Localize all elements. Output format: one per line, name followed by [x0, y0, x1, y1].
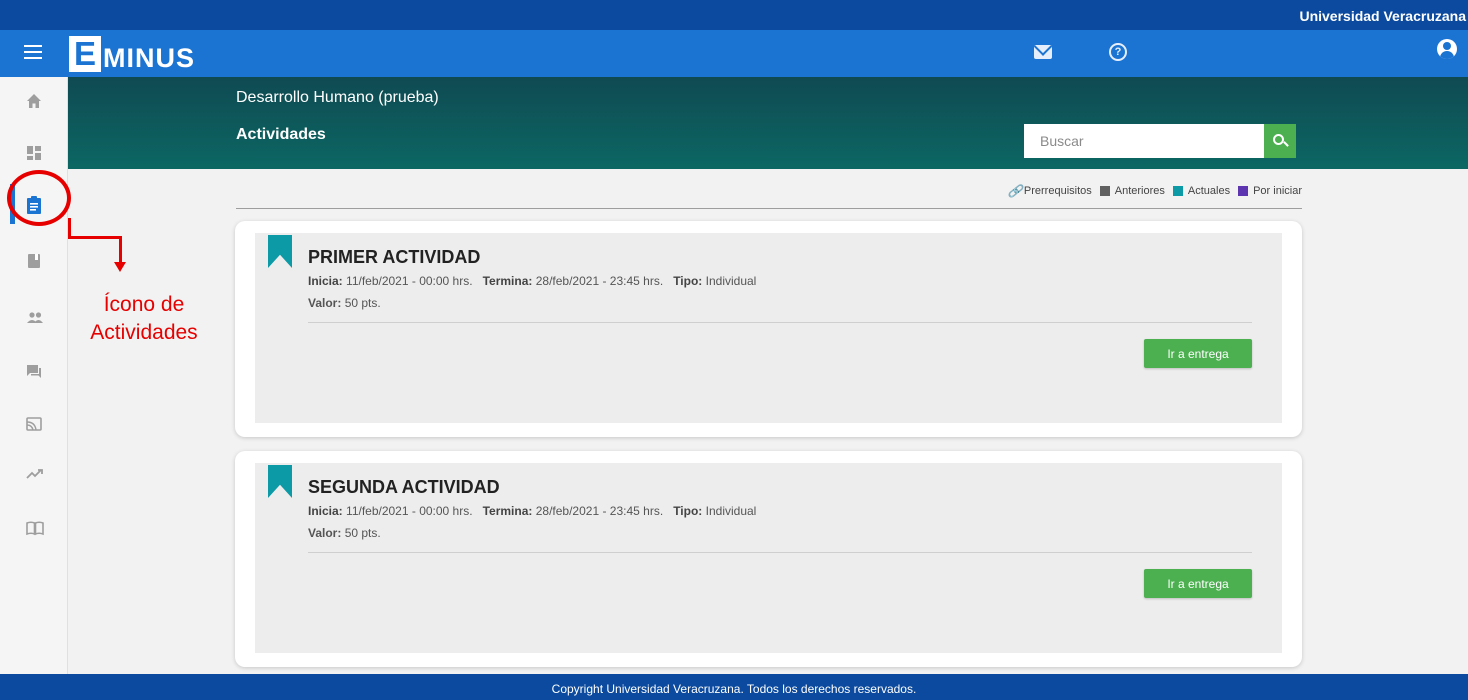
sidebar-item-library[interactable] [0, 508, 68, 548]
forum-icon [27, 365, 41, 378]
annotation-connector [119, 236, 122, 264]
sidebar-item-cast[interactable] [0, 404, 68, 444]
activity-dates: Inicia: 11/feb/2021 - 00:00 hrs. Termina… [308, 274, 757, 288]
activity-type: Individual [705, 274, 757, 288]
footer: Copyright Universidad Veracruzana. Todos… [0, 674, 1468, 700]
bookmark-icon [268, 235, 292, 268]
activity-legend: 🔗 Prerrequisitos Anteriores Actuales Por… [1008, 184, 1302, 198]
legend-prerequisites: Prerrequisitos [1023, 185, 1092, 197]
legend-swatch-previous [1099, 186, 1110, 196]
activity-type: Individual [705, 504, 757, 518]
hamburger-menu-icon[interactable] [24, 45, 42, 59]
logo-text: MINUS [103, 43, 195, 73]
activity-title[interactable]: PRIMER ACTIVIDAD [308, 247, 480, 268]
legend-swatch-current [1172, 186, 1183, 196]
people-icon [27, 312, 43, 323]
activity-dates: Inicia: 11/feb/2021 - 00:00 hrs. Termina… [308, 504, 757, 518]
trending-icon [26, 469, 43, 479]
help-icon[interactable]: ? [1109, 43, 1127, 61]
sidebar-item-progress[interactable] [0, 456, 68, 496]
activity-card-body: PRIMER ACTIVIDAD Inicia: 11/feb/2021 - 0… [255, 233, 1282, 423]
activity-card: SEGUNDA ACTIVIDAD Inicia: 11/feb/2021 - … [235, 451, 1302, 667]
activity-divider [308, 552, 1252, 553]
activity-title[interactable]: SEGUNDA ACTIVIDAD [308, 477, 500, 498]
legend-current: Actuales [1187, 185, 1231, 197]
activity-card-body: SEGUNDA ACTIVIDAD Inicia: 11/feb/2021 - … [255, 463, 1282, 653]
cast-icon [26, 417, 42, 431]
search-button[interactable] [1264, 124, 1296, 158]
activity-divider [308, 322, 1252, 323]
activity-card: PRIMER ACTIVIDAD Inicia: 11/feb/2021 - 0… [235, 221, 1302, 437]
sidebar [0, 77, 68, 674]
course-name: Desarrollo Humano (prueba) [236, 89, 439, 106]
go-to-submission-button[interactable]: Ir a entrega [1144, 339, 1252, 368]
sidebar-item-dashboard[interactable] [0, 133, 68, 173]
app-header: E MINUS ? [0, 30, 1468, 77]
annotation-label: Ícono de Actividades [90, 293, 198, 344]
sidebar-item-participants[interactable] [0, 297, 68, 337]
annotation-arrow [114, 262, 126, 272]
search-input[interactable] [1024, 124, 1264, 158]
legend-swatch-upcoming [1238, 186, 1249, 196]
mail-icon[interactable] [1034, 45, 1052, 59]
eminus-logo[interactable]: E MINUS [69, 36, 195, 72]
annotation-connector [68, 236, 122, 239]
activity-value: Valor: 50 pts. [308, 296, 381, 310]
user-account-icon[interactable] [1437, 39, 1457, 59]
legend-previous: Anteriores [1114, 185, 1165, 197]
activity-end: 28/feb/2021 - 23:45 hrs. [535, 504, 664, 518]
annotation-circle [7, 170, 71, 226]
legend-upcoming: Por iniciar [1253, 185, 1302, 197]
activity-value: Valor: 50 pts. [308, 526, 381, 540]
sidebar-item-home[interactable] [0, 81, 68, 121]
home-icon [27, 94, 41, 108]
activity-start: 11/feb/2021 - 00:00 hrs. [346, 274, 473, 288]
link-icon: 🔗 [1007, 184, 1023, 198]
book-icon [28, 254, 40, 268]
sidebar-item-contents[interactable] [0, 241, 68, 281]
course-header: Desarrollo Humano (prueba) Actividades [68, 77, 1468, 169]
annotation-connector [68, 218, 71, 238]
institution-name[interactable]: Universidad Veracruzana [1299, 8, 1466, 24]
search-icon [1273, 134, 1284, 145]
institution-bar: Universidad Veracruzana [0, 0, 1468, 30]
sidebar-item-forums[interactable] [0, 351, 68, 391]
bookmark-icon [268, 465, 292, 498]
legend-divider [236, 208, 1302, 209]
activity-end: 28/feb/2021 - 23:45 hrs. [535, 274, 664, 288]
activity-start: 11/feb/2021 - 00:00 hrs. [346, 504, 473, 518]
page-title: Actividades [236, 126, 326, 143]
logo-letter: E [69, 36, 101, 72]
go-to-submission-button[interactable]: Ir a entrega [1144, 569, 1252, 598]
dashboard-icon [27, 146, 41, 160]
open-book-icon [26, 521, 44, 536]
